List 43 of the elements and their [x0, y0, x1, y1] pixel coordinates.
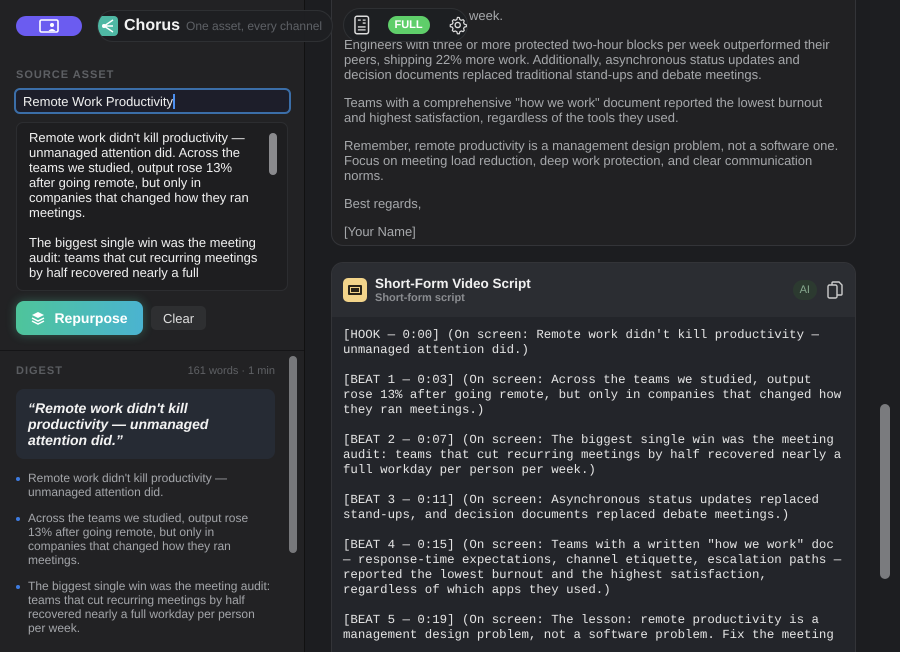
share-nodes-icon [98, 16, 118, 36]
script-beat: [BEAT 1 — 0:03] (On screen: Across the teams we studied, output rose 13% after going remote, but only in companies that changed how they ran meetings.) [343, 373, 842, 418]
script-beat: [BEAT 4 — 0:15] (On screen: Teams with a written "how we work" doc — response-time expectations, channel etiquette, escalation paths — reported the lowest burnout and the highest satisfaction, regardless of which apps they used.) [343, 538, 842, 598]
email-paragraph: Engineers with three or more protected two-hour blocks per week outperformed their peers, shipping 22% more work. Additionally, asynchronous status updates and decision documents replaced traditional stand-ups and debate meetings. [344, 37, 831, 82]
script-beat: [BEAT 3 — 0:11] (On screen: Asynchronous status updates replaced stand-ups, and decision documents replaced debate meetings.) [343, 493, 820, 523]
settings-icon[interactable] [448, 15, 467, 35]
scrollbar[interactable] [289, 356, 297, 553]
script-beat: [BEAT 5 — 0:19] (On screen: The lesson: remote productivity is a management design problem, not a software problem. Fix the meeting [343, 613, 835, 643]
quote-text: “Remote work didn't kill productivity — unmanaged attention did.” [28, 400, 208, 448]
app-tagline: One asset, every channel [186, 19, 322, 33]
scrollbar[interactable] [269, 133, 277, 175]
source-text-area[interactable] [16, 122, 288, 291]
word-count: 161 words · 1 min [188, 365, 275, 377]
document-icon[interactable] [354, 15, 370, 35]
script-beat: [HOOK — 0:00] (On screen: Remote work didn't kill productivity — unmanaged attention did.) [343, 328, 820, 358]
copy-icon[interactable] [827, 281, 843, 299]
email-line: week. [468, 8, 504, 24]
sidebar-toggle-button[interactable] [16, 16, 82, 36]
section-label: SOURCE ASSET [16, 69, 116, 81]
section-label: DIGEST [16, 365, 63, 377]
card-subtitle: Short-form script [375, 292, 466, 304]
source-paragraph: The biggest single win was the meeting audit: teams that cut recurring meetings by half recovered nearly a full [29, 235, 258, 280]
film-icon [343, 278, 367, 302]
digest-point: Across the teams we studied, output rose 13% after going remote, but only in companies that changed how they ran meetings. [28, 511, 250, 567]
bullet-icon [16, 477, 20, 481]
digest-point: Remote work didn't kill productivity — unmanaged attention did. [28, 471, 228, 499]
script-beat: [BEAT 2 — 0:07] (On screen: The biggest single win was the meeting audit: teams that cut recurring meetings by half recovered nearly a full workday per person per week.) [343, 433, 842, 478]
clear-button[interactable]: Clear [151, 306, 206, 330]
email-paragraph: Teams with a comprehensive "how we work" document reported the lowest burnout and highest satisfaction, regardless of the tools they used. [344, 95, 824, 125]
email-paragraph: Best regards, [344, 196, 422, 211]
digest-point: The biggest single win was the meeting audit: teams that cut recurring meetings by half recovered nearly a full workday per person per week. [28, 579, 272, 635]
app-name: Chorus [124, 17, 180, 35]
layers-icon [31, 311, 46, 325]
email-paragraph: Remember, remote productivity is a management design problem, not a software one. Focus on meeting load reduction, deep work protection, and clear communication norms. [344, 138, 840, 183]
bullet-icon [16, 585, 20, 589]
email-paragraph: [Your Name] [344, 224, 417, 239]
source-paragraph: Remote work didn't kill productivity — unmanaged attention did. Across the teams we studied, output rose 13% after going remote, but only in companies that changed how they ran meetings. [29, 130, 250, 220]
ai-badge: AI [792, 280, 817, 300]
title-input-field[interactable]: Remote Work Productivity [14, 88, 291, 114]
bullet-icon [16, 517, 20, 521]
scrollbar[interactable] [880, 404, 890, 579]
card-title: Short-Form Video Script [375, 276, 532, 291]
person-card-icon [39, 19, 59, 33]
